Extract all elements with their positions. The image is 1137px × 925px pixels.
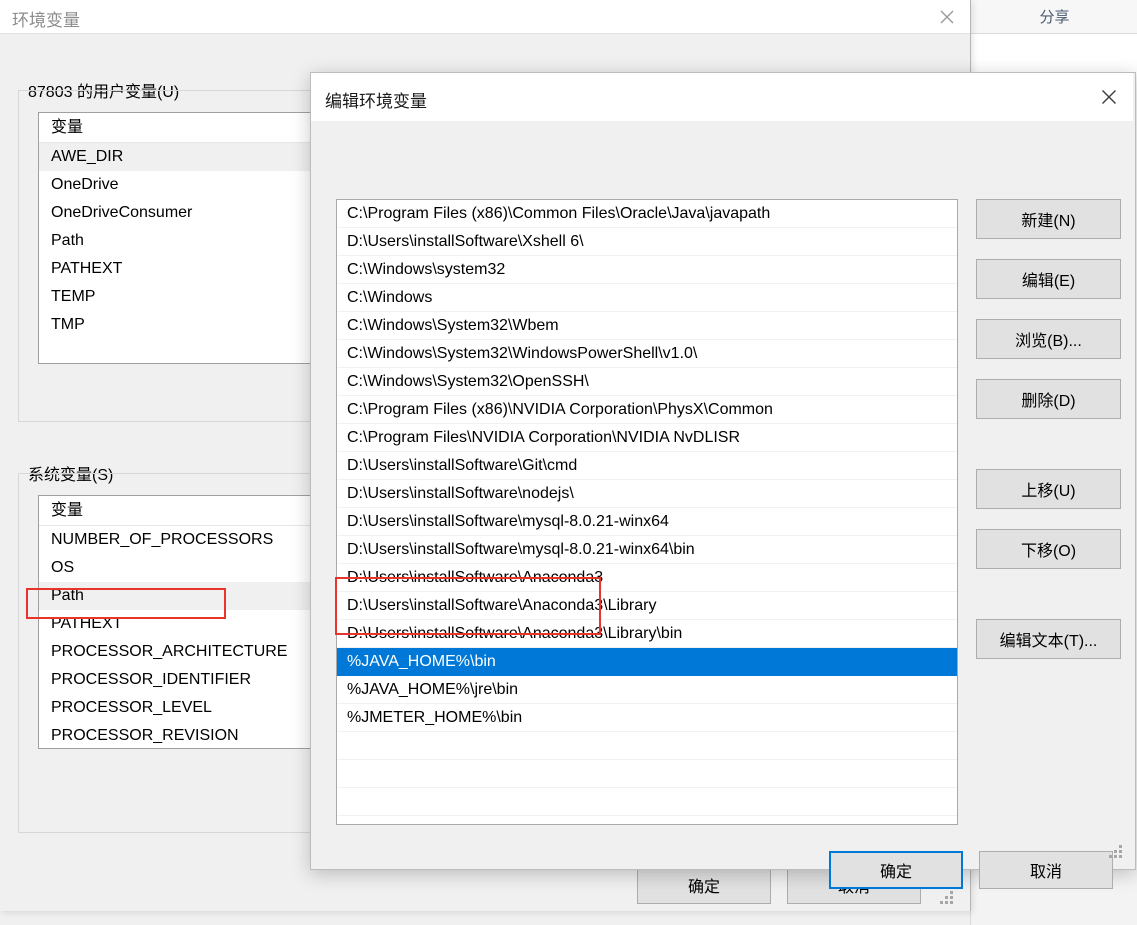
ok-button[interactable]: 确定 xyxy=(829,851,963,889)
edit-text-button[interactable]: 编辑文本(T)... xyxy=(976,619,1121,659)
browse-button[interactable]: 浏览(B)... xyxy=(976,319,1121,359)
path-entry-row[interactable]: %JAVA_HOME%\bin xyxy=(337,648,957,676)
path-entry-row[interactable]: C:\Program Files (x86)\Common Files\Orac… xyxy=(337,200,957,228)
explorer-ribbon: 分享 xyxy=(971,0,1137,34)
path-entry-row-empty[interactable] xyxy=(337,760,957,788)
path-entry-row[interactable]: C:\Windows xyxy=(337,284,957,312)
resize-grip[interactable] xyxy=(940,891,954,905)
path-entry-row[interactable]: D:\Users\installSoftware\mysql-8.0.21-wi… xyxy=(337,508,957,536)
edit-dialog-title: 编辑环境变量 xyxy=(325,92,427,111)
path-entry-row[interactable]: D:\Users\installSoftware\Anaconda3\Libra… xyxy=(337,592,957,620)
close-icon[interactable] xyxy=(924,0,970,33)
new-button[interactable]: 新建(N) xyxy=(976,199,1121,239)
path-entry-row[interactable]: %JMETER_HOME%\bin xyxy=(337,704,957,732)
path-entries-listbox[interactable]: C:\Program Files (x86)\Common Files\Orac… xyxy=(336,199,958,825)
delete-button[interactable]: 删除(D) xyxy=(976,379,1121,419)
path-entry-row[interactable]: C:\Windows\System32\WindowsPowerShell\v1… xyxy=(337,340,957,368)
path-entry-row[interactable]: D:\Users\installSoftware\nodejs\ xyxy=(337,480,957,508)
ok-button[interactable]: 确定 xyxy=(637,866,771,904)
path-entry-row[interactable]: D:\Users\installSoftware\Xshell 6\ xyxy=(337,228,957,256)
path-entry-row[interactable]: C:\Windows\System32\Wbem xyxy=(337,312,957,340)
path-entry-row[interactable]: %JAVA_HOME%\jre\bin xyxy=(337,676,957,704)
path-entry-row[interactable]: C:\Program Files (x86)\NVIDIA Corporatio… xyxy=(337,396,957,424)
path-entry-row[interactable]: C:\Windows\system32 xyxy=(337,256,957,284)
edit-dialog-titlebar: 编辑环境变量 xyxy=(311,73,1133,121)
edit-environment-variable-dialog: 编辑环境变量 C:\Program Files (x86)\Common Fil… xyxy=(310,72,1136,889)
cancel-button[interactable]: 取消 xyxy=(979,851,1113,889)
env-window-titlebar: 环境变量 xyxy=(0,0,970,33)
path-entries-rows: C:\Program Files (x86)\Common Files\Orac… xyxy=(337,200,957,816)
path-entry-row[interactable]: D:\Users\installSoftware\Anaconda3\Libra… xyxy=(337,620,957,648)
path-entry-row[interactable]: D:\Users\installSoftware\mysql-8.0.21-wi… xyxy=(337,536,957,564)
resize-grip[interactable] xyxy=(1109,845,1123,859)
edit-button[interactable]: 编辑(E) xyxy=(976,259,1121,299)
move-down-button[interactable]: 下移(O) xyxy=(976,529,1121,569)
tab-share[interactable]: 分享 xyxy=(1039,6,1069,27)
path-entry-row-empty[interactable] xyxy=(337,732,957,760)
edit-dialog-body: C:\Program Files (x86)\Common Files\Orac… xyxy=(311,121,1133,889)
path-entry-row-empty[interactable] xyxy=(337,788,957,816)
path-entry-row[interactable]: D:\Users\installSoftware\Git\cmd xyxy=(337,452,957,480)
close-icon[interactable] xyxy=(1085,73,1133,121)
env-window-title: 环境变量 xyxy=(12,11,80,30)
path-entry-row[interactable]: D:\Users\installSoftware\Anaconda3 xyxy=(337,564,957,592)
move-up-button[interactable]: 上移(U) xyxy=(976,469,1121,509)
path-entry-row[interactable]: C:\Windows\System32\OpenSSH\ xyxy=(337,368,957,396)
path-entry-row[interactable]: C:\Program Files\NVIDIA Corporation\NVID… xyxy=(337,424,957,452)
